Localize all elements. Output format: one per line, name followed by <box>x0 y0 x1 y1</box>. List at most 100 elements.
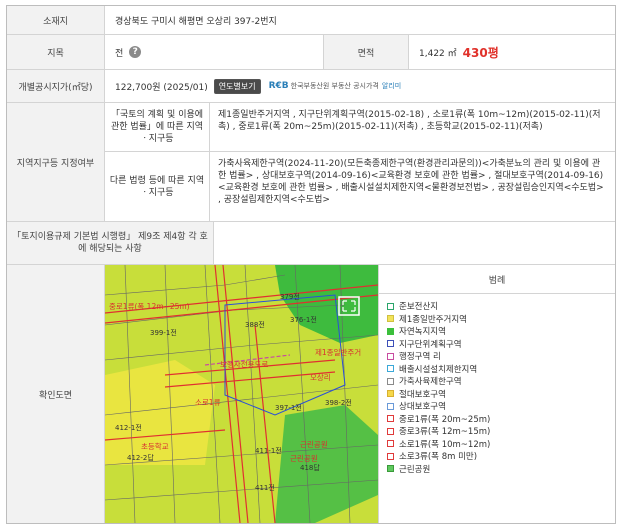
enforcement-row: 「토지이용규제 기본법 시행령」 제9조 제4항 각 호에 해당되는 사항 <box>7 222 615 265</box>
map-label-418: 418답 <box>300 463 320 472</box>
map-row: 확인도면 379전 376-1전 388전 399-1전 397-1전 398-… <box>7 265 615 523</box>
map-label: 확인도면 <box>7 265 105 523</box>
legend-item: 자연녹지지역 <box>387 325 615 338</box>
zone-sub1-label: 「국토의 계획 및 이용에 관한 법률」에 따른 지역ㆍ지구등 <box>105 103 210 151</box>
area-value: 1,422 ㎡ <box>419 48 457 59</box>
enforcement-value <box>214 222 234 264</box>
legend-swatch-icon <box>387 440 394 448</box>
legend-swatch-icon <box>387 340 394 348</box>
legend-item: 근린공원 <box>387 463 615 476</box>
zone-sub2: 다른 법령 등에 따른 지역ㆍ지구등 가축사육제한구역(2024-11-20)(… <box>105 152 615 221</box>
legend-item-label: 소로3류(폭 8m 미만) <box>399 452 478 463</box>
yearly-view-button[interactable]: 연도별보기 <box>213 78 261 94</box>
map-label-park: 근린공원 <box>300 439 328 449</box>
map-label-walkway: 보행자전용도로 <box>220 359 268 369</box>
legend-swatch-icon <box>387 452 394 460</box>
legend-item-label: 지구단위계획구역 <box>399 339 462 350</box>
legend-swatch-icon <box>387 415 394 423</box>
legend-item: 중로3류(폭 12m~15m) <box>387 425 615 438</box>
cadastral-map: 379전 376-1전 388전 399-1전 397-1전 398-2전 41… <box>105 265 378 523</box>
price-value: 122,700원 (2025/01) <box>115 82 208 93</box>
legend-item: 가축사육제한구역 <box>387 375 615 388</box>
legend-item: 상대보호구역 <box>387 400 615 413</box>
zone-sub2-value: 가축사육제한구역(2024-11-20)(모든축종제한구역(환경관리과문의))<… <box>218 159 604 205</box>
legend-item-label: 중로3류(폭 12m~15m) <box>399 427 491 438</box>
legend-swatch-icon <box>387 327 394 335</box>
map-label-osang: 오상리 <box>310 372 331 382</box>
legend-item: 배출시설설치제한지역 <box>387 363 615 376</box>
legend-item-label: 배출시설설치제한지역 <box>399 364 478 375</box>
reb-link-label[interactable]: 알리미 <box>382 81 401 91</box>
map-label-388: 388전 <box>245 320 265 329</box>
legend-swatch-icon <box>387 377 394 385</box>
legend-item: 행정구역 리 <box>387 350 615 363</box>
map-label-zone: 제1종일반주거 <box>315 348 361 357</box>
help-icon[interactable]: ? <box>129 46 142 58</box>
legend-item-label: 상대보호구역 <box>399 402 446 413</box>
legend-list: 준보전산지 제1종일반주거지역자연녹지지역 지구단위계획구역행정구역 리 배출시설설치… <box>379 294 615 475</box>
land-use-table: 소재지 경상북도 구미시 해평면 오상리 397-2번지 지목 전 ? 면적 1… <box>6 5 616 524</box>
map-label-411-1: 411-1전 <box>255 446 282 455</box>
legend-item-label: 근린공원 <box>399 464 431 475</box>
legend-item: 소로1류(폭 10m~12m) <box>387 438 615 451</box>
reb-text: 한국부동산원 부동산 공시가격 <box>290 82 379 90</box>
reb-logo-icon: R€B <box>268 81 289 91</box>
legend-item-label: 절대보호구역 <box>399 389 446 400</box>
zone-sub2-label: 다른 법령 등에 따른 지역ㆍ지구등 <box>105 152 210 221</box>
map-label-379: 379전 <box>280 292 300 301</box>
legend-swatch-icon <box>387 302 394 310</box>
zone-sub1-value: 제1종일반주거지역 , 지구단위계획구역(2015-02-18) , 소로1류(… <box>218 110 601 132</box>
legend-item: 절대보호구역 <box>387 388 615 401</box>
jimok-row: 지목 전 ? 면적 1,422 ㎡ 430평 <box>7 35 615 70</box>
zone-sub1: 「국토의 계획 및 이용에 관한 법률」에 따른 지역ㆍ지구등 제1종일반주거지… <box>105 103 615 152</box>
jimok-value: 전 <box>115 48 124 59</box>
area-pyeong: 430평 <box>462 45 499 60</box>
map-label-road1: 중로1류(폭 12m~25m) <box>109 302 190 311</box>
zone-row: 지역지구등 지정여부 「국토의 계획 및 이용에 관한 법률」에 따른 지역ㆍ지… <box>7 103 615 222</box>
legend-item: 준보전산지 <box>387 300 615 313</box>
price-row: 개별공시지가(㎡당) 122,700원 (2025/01) 연도별보기 R€B … <box>7 70 615 103</box>
legend-swatch-icon <box>387 352 394 360</box>
map-image[interactable]: 379전 376-1전 388전 399-1전 397-1전 398-2전 41… <box>105 265 378 523</box>
legend-item: 중로1류(폭 20m~25m) <box>387 413 615 426</box>
legend-panel: 범례 준보전산지 제1종일반주거지역자연녹지지역 지구단위계획구역행정구역 리 배출시… <box>378 265 615 523</box>
legend-item-label: 소로1류(폭 10m~12m) <box>399 439 491 450</box>
legend-item-label: 준보전산지 <box>399 302 439 313</box>
map-label-school: 초등학교 <box>141 441 169 451</box>
area-cell: 1,422 ㎡ 430평 <box>409 35 509 69</box>
legend-item-label: 가축사육제한구역 <box>399 377 462 388</box>
address-row: 소재지 경상북도 구미시 해평면 오상리 397-2번지 <box>7 6 615 35</box>
map-label-412-2: 412-2답 <box>127 453 154 462</box>
enforcement-label: 「토지이용규제 기본법 시행령」 제9조 제4항 각 호에 해당되는 사항 <box>7 222 214 264</box>
area-label: 면적 <box>324 35 409 69</box>
jimok-cell: 전 ? <box>105 35 324 69</box>
legend-item: 소로3류(폭 8m 미만) <box>387 450 615 463</box>
legend-swatch-icon <box>387 365 394 373</box>
address-label: 소재지 <box>7 6 105 34</box>
legend-item-label: 중로1류(폭 20m~25m) <box>399 414 491 425</box>
address-value: 경상북도 구미시 해평면 오상리 397-2번지 <box>115 16 277 27</box>
price-cell: 122,700원 (2025/01) 연도별보기 R€B 한국부동산원 부동산 … <box>105 70 411 102</box>
map-label-411: 411전 <box>255 483 275 492</box>
legend-item-label: 자연녹지지역 <box>399 327 446 338</box>
legend-item: 지구단위계획구역 <box>387 338 615 351</box>
map-label-376-1: 376-1전 <box>290 315 317 324</box>
legend-item-label: 제1종일반주거지역 <box>399 314 467 325</box>
zone-body: 「국토의 계획 및 이용에 관한 법률」에 따른 지역ㆍ지구등 제1종일반주거지… <box>105 103 615 221</box>
map-label-398-2: 398-2전 <box>325 398 352 407</box>
map-label-412-1: 412-1전 <box>115 423 142 432</box>
map-label-399-1: 399-1전 <box>150 328 177 337</box>
map-label-soro: 소로1류 <box>195 398 221 407</box>
price-label: 개별공시지가(㎡당) <box>7 70 105 102</box>
map-label-397-1: 397-1전 <box>275 403 302 412</box>
legend-swatch-icon <box>387 465 394 473</box>
legend-title: 범례 <box>379 265 615 294</box>
legend-swatch-icon <box>387 390 394 398</box>
map-label-park2: 근린공원 <box>290 453 318 463</box>
zone-label: 지역지구등 지정여부 <box>7 103 105 221</box>
legend-swatch-icon <box>387 427 394 435</box>
reb-link[interactable]: R€B 한국부동산원 부동산 공시가격 알리미 <box>267 81 402 91</box>
jimok-label: 지목 <box>7 35 105 69</box>
legend-item-label: 행정구역 리 <box>399 352 441 363</box>
legend-swatch-icon <box>387 315 394 323</box>
